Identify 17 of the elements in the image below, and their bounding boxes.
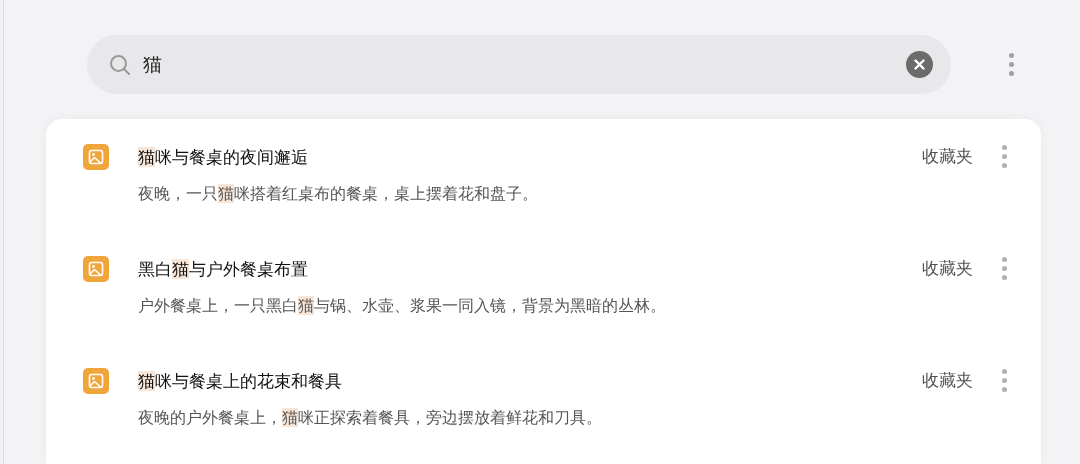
folder-label: 收藏夹 xyxy=(922,145,973,168)
search-icon xyxy=(109,53,131,76)
image-icon xyxy=(83,143,109,170)
result-title[interactable]: 猫咪与餐桌上的花束和餐具 xyxy=(138,367,893,394)
result-title[interactable]: 猫咪与餐桌的夜间邂逅 xyxy=(138,143,893,170)
clear-button[interactable] xyxy=(906,51,933,78)
close-icon xyxy=(914,59,925,70)
result-description: 户外餐桌上，一只黑白猫与锅、水壶、浆果一同入镜，背景为黑暗的丛林。 xyxy=(138,295,667,317)
result-description: 夜晚，一只猫咪搭着红桌布的餐桌，桌上摆着花和盘子。 xyxy=(138,183,539,205)
search-field[interactable]: 猫 xyxy=(87,35,951,94)
folder-label: 收藏夹 xyxy=(922,257,973,280)
folder-label: 收藏夹 xyxy=(922,369,973,392)
result-description: 夜晚的户外餐桌上，猫咪正探索着餐具，旁边摆放着鲜花和刀具。 xyxy=(138,407,603,429)
result-title[interactable]: 黑白猫与户外餐桌布置 xyxy=(138,255,893,282)
image-icon xyxy=(83,255,109,282)
image-icon xyxy=(83,367,109,394)
search-input[interactable]: 猫 xyxy=(143,53,894,76)
